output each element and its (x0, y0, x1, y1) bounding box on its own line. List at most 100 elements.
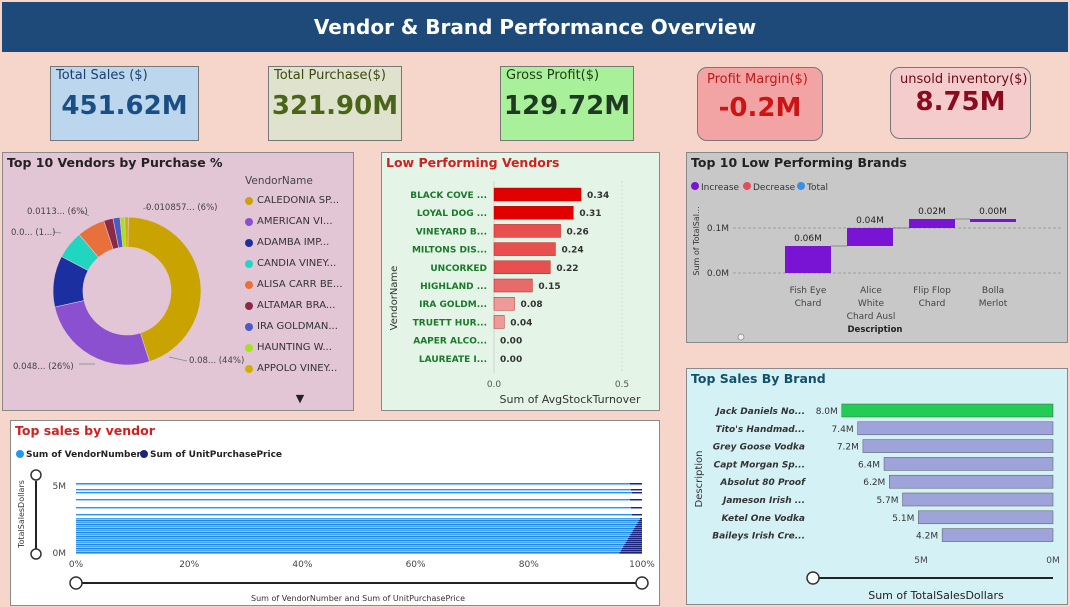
vendor-bar-dense-0[interactable] (76, 518, 642, 520)
vendor-bar-price-4[interactable] (631, 507, 642, 509)
donut-slice-appolo-viney[interactable] (124, 216, 129, 248)
vendor-bar-dense-6[interactable] (76, 530, 642, 532)
vendor-bar-dense-13[interactable] (76, 544, 642, 546)
kpi-profit-margin[interactable]: Profit Margin($) -0.2M (697, 67, 823, 141)
vendor-bar-dense-2[interactable] (76, 522, 642, 524)
top-brand-bar-4[interactable] (889, 474, 1054, 489)
vendor-bar-0[interactable] (76, 483, 642, 485)
vendor-bar-dense-10[interactable] (76, 538, 642, 540)
vendor-bar-dense-price-8[interactable] (630, 534, 642, 536)
y-slider-top-handle[interactable] (30, 469, 42, 481)
y-slider-bottom-handle[interactable] (30, 548, 42, 560)
vendor-bar-dense-price-15[interactable] (622, 548, 642, 550)
vendor-bar-dense-17[interactable] (76, 552, 642, 554)
top-brand-bar-1[interactable] (857, 421, 1054, 436)
vendor-bar-2[interactable] (76, 492, 642, 494)
vendor-bar-dense-price-0[interactable] (640, 518, 642, 520)
vendor-legend-item-american-vi[interactable]: AMERICAN VI... (245, 211, 353, 232)
vendor-bar-dense-price-17[interactable] (619, 552, 642, 554)
vendor-bar-dense-price-12[interactable] (625, 542, 642, 544)
top-brands-slider-left-handle[interactable] (806, 571, 820, 585)
low-vendor-bar-5[interactable] (493, 278, 533, 293)
low-vendor-bar-4[interactable] (493, 260, 551, 275)
vendor-legend-item-adamba-imp[interactable]: ADAMBA IMP... (245, 232, 353, 253)
vendor-bar-dense-11[interactable] (76, 540, 642, 542)
x-slider-left-handle[interactable] (69, 576, 83, 590)
top-brand-bar-2[interactable] (862, 439, 1054, 453)
kpi-gross-profit[interactable]: Gross Profit($) 129.72M (500, 66, 634, 141)
vendor-bar-dense-16[interactable] (76, 550, 642, 552)
vendor-bar-dense-price-7[interactable] (631, 532, 642, 534)
vendor-legend-item-haunting-w[interactable]: HAUNTING W... (245, 337, 353, 358)
top-brand-bar-7[interactable] (941, 528, 1054, 542)
sales-by-vendor-panel[interactable]: Top sales by vendor Sum of VendorNumber … (10, 420, 660, 606)
vendor-bar-price-1[interactable] (631, 489, 642, 491)
vendor-bar-4[interactable] (76, 507, 642, 509)
vendor-bar-dense-price-3[interactable] (636, 524, 642, 526)
vendor-bar-dense-price-1[interactable] (638, 520, 642, 522)
vendor-legend-item-appolo-viney[interactable]: APPOLO VINEY... (245, 358, 353, 379)
low-vendor-bar-0[interactable] (493, 187, 582, 202)
vendor-bar-dense-3[interactable] (76, 524, 642, 526)
waterfall-bar-1[interactable] (847, 228, 893, 246)
vendor-bar-dense-9[interactable] (76, 536, 642, 538)
kpi-total-purchase[interactable]: Total Purchase($) 321.90M (268, 66, 402, 141)
low-vendor-bar-7[interactable] (493, 315, 505, 329)
waterfall-category-2-line-0: Flip Flop (913, 286, 951, 296)
legend-decrease: Decrease (753, 183, 796, 193)
vendor-bar-dense-15[interactable] (76, 548, 642, 550)
vendor-bar-3[interactable] (76, 499, 642, 501)
vendor-bar-5[interactable] (76, 514, 642, 516)
vendor-bar-dense-price-14[interactable] (623, 546, 642, 548)
top-brands-svg: Description Jack Daniels No... 8.0M Tito's… (694, 403, 1060, 602)
low-brands-scroll-handle[interactable] (737, 333, 745, 341)
vendor-purchase-donut-panel[interactable]: Top 10 Vendors by Purchase % 0.0113... (… (2, 152, 354, 411)
vendor-bar-dense-14[interactable] (76, 546, 642, 548)
kpi-total-sales[interactable]: Total Sales ($) 451.62M (50, 66, 199, 141)
vendor-legend-item-ira-goldman[interactable]: IRA GOLDMAN... (245, 316, 353, 337)
low-vendor-bar-1[interactable] (493, 206, 574, 220)
top-brands-ylabel: Description (694, 451, 705, 508)
vendor-bar-price-5[interactable] (632, 514, 642, 516)
top-brand-bar-6[interactable] (918, 510, 1054, 525)
low-vendors-panel[interactable]: Low Performing Vendors VendorName BLACK … (381, 152, 660, 411)
vendor-bar-dense-4[interactable] (76, 526, 642, 528)
low-brands-panel[interactable]: Top 10 Low Performing Brands Increase De… (686, 152, 1068, 343)
top-brand-bar-3[interactable] (883, 457, 1054, 471)
waterfall-bar-2[interactable] (909, 219, 955, 228)
low-vendor-bar-6[interactable] (493, 296, 515, 311)
kpi-unsold-inventory[interactable]: unsold inventory($) 8.75M (890, 67, 1031, 139)
vendor-bar-dense-1[interactable] (76, 520, 642, 522)
vendor-bar-dense-12[interactable] (76, 542, 642, 544)
waterfall-bar-3[interactable] (970, 219, 1016, 222)
vendor-bar-price-0[interactable] (630, 483, 642, 485)
vendor-bar-dense-price-13[interactable] (624, 544, 642, 546)
vendor-bar-dense-price-16[interactable] (620, 550, 642, 552)
donut-slice-american-vi[interactable] (54, 300, 150, 366)
vendor-bar-dense-7[interactable] (76, 532, 642, 534)
vendor-legend-item-candia-viney[interactable]: CANDIA VINEY... (245, 253, 353, 274)
top-brand-bar-5[interactable] (902, 492, 1054, 507)
vendor-bar-1[interactable] (76, 489, 642, 491)
vendor-bar-price-3[interactable] (630, 499, 642, 501)
vendor-bar-dense-price-5[interactable] (634, 528, 642, 530)
low-vendor-bar-2[interactable] (493, 224, 561, 238)
top-brands-panel[interactable]: Top Sales By Brand Description Jack Dani… (686, 368, 1068, 605)
vendor-bar-dense-5[interactable] (76, 528, 642, 530)
vendor-bar-dense-price-6[interactable] (632, 530, 642, 532)
legend-scroll-down-icon[interactable]: ▼ (296, 392, 305, 405)
vendor-bar-price-2[interactable] (632, 492, 642, 494)
waterfall-bar-0[interactable] (785, 246, 831, 273)
top-brand-bar-0[interactable] (841, 403, 1054, 418)
vendor-bar-dense-price-4[interactable] (635, 526, 642, 528)
x-slider-right-handle[interactable] (635, 576, 649, 590)
vendor-bar-dense-price-10[interactable] (628, 538, 642, 540)
vendor-bar-dense-price-2[interactable] (637, 522, 642, 524)
vendor-bar-dense-8[interactable] (76, 534, 642, 536)
vendor-legend-item-altamar-bra[interactable]: ALTAMAR BRA... (245, 295, 353, 316)
vendor-legend-item-alisa-carr-be[interactable]: ALISA CARR BE... (245, 274, 353, 295)
vendor-legend-item-caledonia-sp[interactable]: CALEDONIA SP... (245, 190, 353, 211)
vendor-bar-dense-price-11[interactable] (626, 540, 642, 542)
vendor-bar-dense-price-9[interactable] (629, 536, 642, 538)
low-vendor-bar-3[interactable] (493, 242, 556, 256)
